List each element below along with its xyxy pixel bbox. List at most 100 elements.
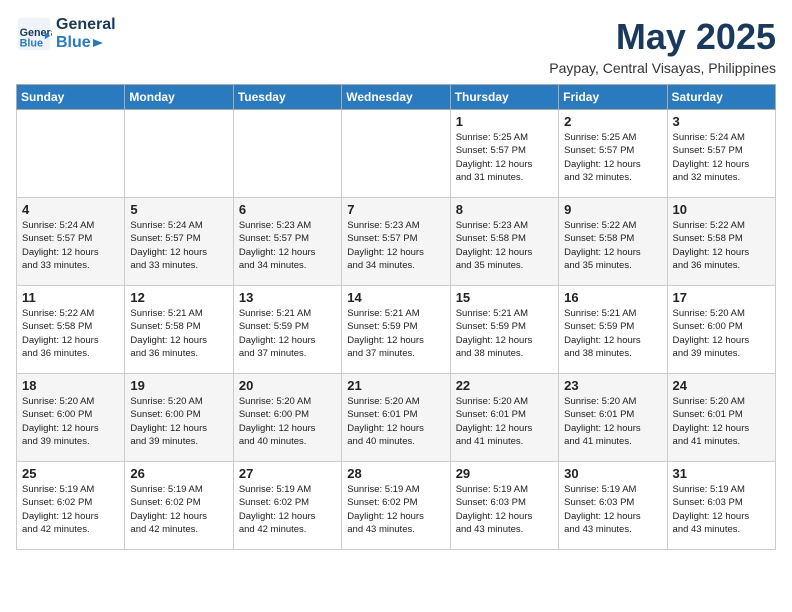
calendar-cell: 7 Sunrise: 5:23 AM Sunset: 5:57 PM Daylig…: [342, 198, 450, 286]
weekday-header-thursday: Thursday: [450, 85, 558, 110]
calendar-cell: 5Sunrise: 5:24 AM Sunset: 5:57 PM Daylig…: [125, 198, 233, 286]
day-number: 8: [456, 202, 553, 217]
weekday-header-wednesday: Wednesday: [342, 85, 450, 110]
title-block: May 2025 Paypay, Central Visayas, Philip…: [549, 16, 776, 76]
cell-content: Sunrise: 5:21 AM Sunset: 5:59 PM Dayligh…: [347, 307, 444, 360]
cell-content: Sunrise: 5:19 AM Sunset: 6:02 PM Dayligh…: [239, 483, 336, 536]
cell-content: Sunrise: 5:20 AM Sunset: 6:01 PM Dayligh…: [347, 395, 444, 448]
weekday-header-sunday: Sunday: [17, 85, 125, 110]
cell-content: Sunrise: 5:22 AM Sunset: 5:58 PM Dayligh…: [564, 219, 661, 272]
day-number: 18: [22, 378, 119, 393]
day-number: 12: [130, 290, 227, 305]
calendar-cell: 26Sunrise: 5:19 AM Sunset: 6:02 PM Dayli…: [125, 462, 233, 550]
cell-content: Sunrise: 5:19 AM Sunset: 6:03 PM Dayligh…: [456, 483, 553, 536]
cell-content: Sunrise: 5:19 AM Sunset: 6:03 PM Dayligh…: [564, 483, 661, 536]
cell-content: Sunrise: 5:24 AM Sunset: 5:57 PM Dayligh…: [22, 219, 119, 272]
calendar-week-row: 4 Sunrise: 5:24 AM Sunset: 5:57 PM Daylig…: [17, 198, 776, 286]
calendar-week-row: 1 Sunrise: 5:25 AM Sunset: 5:57 PM Daylig…: [17, 110, 776, 198]
cell-content: Sunrise: 5:19 AM Sunset: 6:03 PM Dayligh…: [673, 483, 770, 536]
day-number: 24: [673, 378, 770, 393]
day-number: 1: [456, 114, 553, 129]
calendar-cell: [342, 110, 450, 198]
cell-content: Sunrise: 5:20 AM Sunset: 6:00 PM Dayligh…: [22, 395, 119, 448]
calendar-table: SundayMondayTuesdayWednesdayThursdayFrid…: [16, 84, 776, 550]
day-number: 23: [564, 378, 661, 393]
day-number: 20: [239, 378, 336, 393]
calendar-cell: 10Sunrise: 5:22 AM Sunset: 5:58 PM Dayli…: [667, 198, 775, 286]
calendar-cell: 4 Sunrise: 5:24 AM Sunset: 5:57 PM Daylig…: [17, 198, 125, 286]
weekday-header-saturday: Saturday: [667, 85, 775, 110]
calendar-cell: 22Sunrise: 5:20 AM Sunset: 6:01 PM Dayli…: [450, 374, 558, 462]
calendar-cell: 28Sunrise: 5:19 AM Sunset: 6:02 PM Dayli…: [342, 462, 450, 550]
day-number: 14: [347, 290, 444, 305]
calendar-cell: 14 Sunrise: 5:21 AM Sunset: 5:59 PM Dayli…: [342, 286, 450, 374]
cell-content: Sunrise: 5:21 AM Sunset: 5:59 PM Dayligh…: [239, 307, 336, 360]
cell-content: Sunrise: 5:20 AM Sunset: 6:00 PM Dayligh…: [130, 395, 227, 448]
calendar-cell: 20 Sunrise: 5:20 AM Sunset: 6:00 PM Dayli…: [233, 374, 341, 462]
cell-content: Sunrise: 5:20 AM Sunset: 6:00 PM Dayligh…: [239, 395, 336, 448]
svg-text:Blue: Blue: [20, 38, 43, 50]
day-number: 4: [22, 202, 119, 217]
location-subtitle: Paypay, Central Visayas, Philippines: [549, 60, 776, 76]
logo-label: General Blue: [56, 16, 116, 51]
page-header: General Blue General Blue May 2025 Paypa…: [16, 16, 776, 76]
day-number: 15: [456, 290, 553, 305]
month-year-title: May 2025: [549, 16, 776, 58]
cell-content: Sunrise: 5:24 AM Sunset: 5:57 PM Dayligh…: [673, 131, 770, 184]
calendar-cell: 3 Sunrise: 5:24 AM Sunset: 5:57 PM Daylig…: [667, 110, 775, 198]
cell-content: Sunrise: 5:22 AM Sunset: 5:58 PM Dayligh…: [22, 307, 119, 360]
cell-content: Sunrise: 5:20 AM Sunset: 6:00 PM Dayligh…: [673, 307, 770, 360]
day-number: 6: [239, 202, 336, 217]
logo-general-text: General: [56, 16, 116, 34]
calendar-cell: [233, 110, 341, 198]
logo: General Blue General Blue: [16, 16, 116, 52]
day-number: 2: [564, 114, 661, 129]
cell-content: Sunrise: 5:20 AM Sunset: 6:01 PM Dayligh…: [673, 395, 770, 448]
calendar-week-row: 11 Sunrise: 5:22 AM Sunset: 5:58 PM Dayli…: [17, 286, 776, 374]
calendar-week-row: 18 Sunrise: 5:20 AM Sunset: 6:00 PM Dayli…: [17, 374, 776, 462]
logo-arrow-icon: [91, 36, 105, 50]
calendar-cell: 16Sunrise: 5:21 AM Sunset: 5:59 PM Dayli…: [559, 286, 667, 374]
calendar-cell: 30Sunrise: 5:19 AM Sunset: 6:03 PM Dayli…: [559, 462, 667, 550]
cell-content: Sunrise: 5:19 AM Sunset: 6:02 PM Dayligh…: [130, 483, 227, 536]
calendar-cell: 23 Sunrise: 5:20 AM Sunset: 6:01 PM Dayli…: [559, 374, 667, 462]
calendar-cell: 18 Sunrise: 5:20 AM Sunset: 6:00 PM Dayli…: [17, 374, 125, 462]
calendar-cell: 2 Sunrise: 5:25 AM Sunset: 5:57 PM Daylig…: [559, 110, 667, 198]
cell-content: Sunrise: 5:23 AM Sunset: 5:58 PM Dayligh…: [456, 219, 553, 272]
calendar-cell: 1Sunrise: 5:25 AM Sunset: 5:57 PM Daylig…: [450, 110, 558, 198]
cell-content: Sunrise: 5:24 AM Sunset: 5:57 PM Dayligh…: [130, 219, 227, 272]
cell-content: Sunrise: 5:21 AM Sunset: 5:59 PM Dayligh…: [564, 307, 661, 360]
day-number: 31: [673, 466, 770, 481]
calendar-cell: 25Sunrise: 5:19 AM Sunset: 6:02 PM Dayli…: [17, 462, 125, 550]
cell-content: Sunrise: 5:25 AM Sunset: 5:57 PM Dayligh…: [564, 131, 661, 184]
day-number: 3: [673, 114, 770, 129]
calendar-cell: 12Sunrise: 5:21 AM Sunset: 5:58 PM Dayli…: [125, 286, 233, 374]
cell-content: Sunrise: 5:20 AM Sunset: 6:01 PM Dayligh…: [564, 395, 661, 448]
calendar-cell: 8 Sunrise: 5:23 AM Sunset: 5:58 PM Daylig…: [450, 198, 558, 286]
day-number: 19: [130, 378, 227, 393]
calendar-cell: 13Sunrise: 5:21 AM Sunset: 5:59 PM Dayli…: [233, 286, 341, 374]
calendar-cell: 19 Sunrise: 5:20 AM Sunset: 6:00 PM Dayli…: [125, 374, 233, 462]
calendar-cell: 11 Sunrise: 5:22 AM Sunset: 5:58 PM Dayli…: [17, 286, 125, 374]
calendar-cell: [125, 110, 233, 198]
calendar-cell: 24 Sunrise: 5:20 AM Sunset: 6:01 PM Dayli…: [667, 374, 775, 462]
calendar-cell: 17 Sunrise: 5:20 AM Sunset: 6:00 PM Dayli…: [667, 286, 775, 374]
calendar-cell: 27 Sunrise: 5:19 AM Sunset: 6:02 PM Dayli…: [233, 462, 341, 550]
cell-content: Sunrise: 5:23 AM Sunset: 5:57 PM Dayligh…: [347, 219, 444, 272]
day-number: 11: [22, 290, 119, 305]
day-number: 27: [239, 466, 336, 481]
cell-content: Sunrise: 5:19 AM Sunset: 6:02 PM Dayligh…: [22, 483, 119, 536]
day-number: 7: [347, 202, 444, 217]
calendar-week-row: 25Sunrise: 5:19 AM Sunset: 6:02 PM Dayli…: [17, 462, 776, 550]
day-number: 17: [673, 290, 770, 305]
calendar-cell: 9 Sunrise: 5:22 AM Sunset: 5:58 PM Daylig…: [559, 198, 667, 286]
logo-icon: General Blue: [16, 16, 52, 52]
cell-content: Sunrise: 5:22 AM Sunset: 5:58 PM Dayligh…: [673, 219, 770, 272]
day-number: 9: [564, 202, 661, 217]
calendar-cell: 21Sunrise: 5:20 AM Sunset: 6:01 PM Dayli…: [342, 374, 450, 462]
calendar-cell: 29Sunrise: 5:19 AM Sunset: 6:03 PM Dayli…: [450, 462, 558, 550]
weekday-header-monday: Monday: [125, 85, 233, 110]
day-number: 28: [347, 466, 444, 481]
calendar-cell: [17, 110, 125, 198]
calendar-cell: 15Sunrise: 5:21 AM Sunset: 5:59 PM Dayli…: [450, 286, 558, 374]
